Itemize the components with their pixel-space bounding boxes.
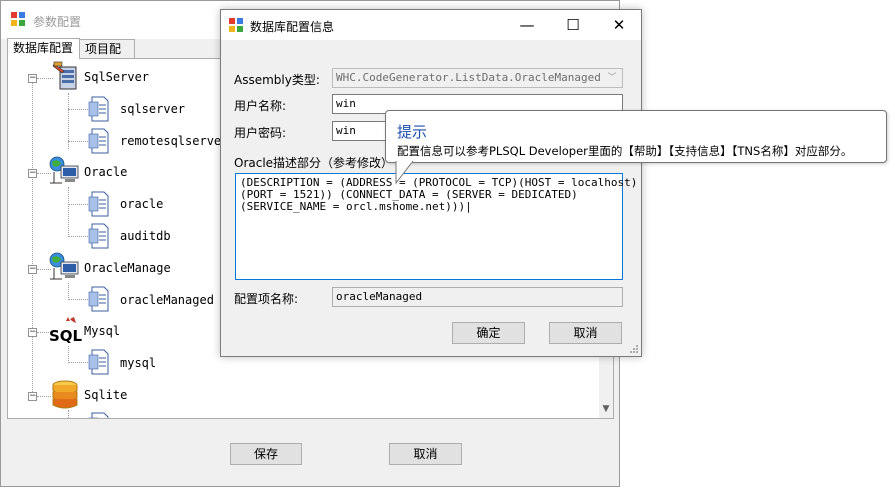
- database-config-dialog: 数据库配置信息 — ☐ ✕ Assembly类型: WHC.CodeGenera…: [220, 9, 642, 357]
- tooltip-balloon: 提示 配置信息可以参考PLSQL Developer里面的【帮助】【支持信息】【…: [385, 110, 887, 163]
- oracle-desc-textarea[interactable]: (DESCRIPTION = (ADDRESS = (PROTOCOL = TC…: [235, 173, 637, 280]
- tree-node-remotesqlserver[interactable]: remotesqlserver: [120, 134, 228, 148]
- tree-node-sqlserver-child[interactable]: sqlserver: [120, 102, 185, 116]
- assembly-type-value: WHC.CodeGenerator.ListData.OracleManaged: [336, 71, 601, 84]
- tree-node-oracle-child[interactable]: oracle: [120, 197, 163, 211]
- tree-expander-mysql[interactable]: −: [28, 328, 37, 337]
- config-name-label: 配置项名称:: [234, 292, 299, 306]
- tree-node-mysql[interactable]: Mysql: [84, 324, 120, 338]
- username-label: 用户名称:: [234, 99, 287, 113]
- save-button[interactable]: 保存: [230, 443, 302, 465]
- sql-icon: SQL: [49, 317, 82, 345]
- password-label: 用户密码:: [234, 126, 287, 140]
- tree-expander-oraclemanage[interactable]: −: [28, 265, 37, 274]
- chevron-down-icon: ﹀: [607, 73, 617, 83]
- database-stack-icon: [52, 380, 78, 409]
- database-server-icon: [52, 61, 77, 90]
- dialog-title: 数据库配置信息: [250, 20, 335, 34]
- document-icon: [88, 191, 109, 217]
- document-icon: [88, 412, 109, 418]
- tree-node-sqlite[interactable]: Sqlite: [84, 388, 127, 402]
- svg-text:SQL: SQL: [49, 327, 82, 345]
- network-computer-icon: [49, 252, 79, 280]
- tab-database-config[interactable]: 数据库配置: [7, 38, 80, 59]
- tree-node-oracle[interactable]: Oracle: [84, 165, 127, 179]
- tree-node-sqlserver[interactable]: SqlServer: [84, 70, 149, 84]
- tree-node-oraclemanaged[interactable]: oracleManaged: [120, 293, 214, 307]
- close-icon[interactable]: ✕: [599, 10, 639, 40]
- resize-grip-icon[interactable]: [629, 344, 639, 354]
- tree-node-auditdb[interactable]: auditdb: [120, 229, 171, 243]
- ok-button[interactable]: 确定: [452, 322, 525, 344]
- tree-node-mysql-child[interactable]: mysql: [120, 356, 156, 370]
- document-icon: [88, 349, 109, 375]
- assembly-type-label: Assembly类型:: [234, 73, 320, 87]
- tree-expander-sqlserver[interactable]: −: [28, 74, 37, 83]
- document-icon: [88, 96, 109, 122]
- tree-expander-sqlite[interactable]: −: [28, 392, 37, 401]
- tooltip-text: 配置信息可以参考PLSQL Developer里面的【帮助】【支持信息】【TNS…: [397, 144, 853, 158]
- config-name-input[interactable]: oracleManaged: [332, 287, 623, 307]
- dialog-titlebar: 数据库配置信息 — ☐ ✕: [221, 10, 641, 40]
- main-cancel-button[interactable]: 取消: [389, 443, 462, 465]
- network-computer-icon: [49, 156, 79, 184]
- document-icon: [88, 128, 109, 154]
- tooltip-tail: [395, 161, 414, 185]
- maximize-icon[interactable]: ☐: [553, 10, 593, 40]
- oracle-desc-label: Oracle描述部分（参考修改）: [234, 156, 394, 170]
- tree-expander-oracle[interactable]: −: [28, 169, 37, 178]
- document-icon: [88, 223, 109, 249]
- dialog-cancel-button[interactable]: 取消: [549, 322, 622, 344]
- app-icon: [229, 18, 243, 32]
- main-window-title: 参数配置: [33, 15, 82, 29]
- minimize-icon[interactable]: —: [507, 10, 547, 40]
- assembly-type-select[interactable]: WHC.CodeGenerator.ListData.OracleManaged…: [332, 68, 623, 88]
- scroll-down-arrow-icon[interactable]: ▼: [599, 402, 613, 416]
- document-icon: [88, 286, 109, 312]
- tab-project-config[interactable]: 项目配置: [79, 39, 135, 75]
- tooltip-title: 提示: [397, 123, 428, 141]
- tree-node-oraclemanage[interactable]: OracleManage: [84, 261, 171, 275]
- app-icon: [11, 12, 25, 26]
